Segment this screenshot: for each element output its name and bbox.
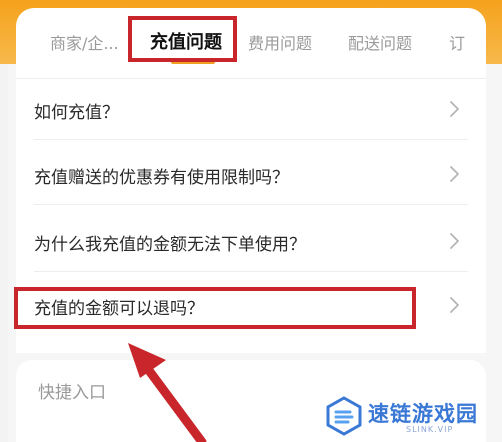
- faq-item-coupon-limit[interactable]: 充值赠送的优惠券有使用限制吗？: [16, 145, 486, 205]
- faq-card: 商家/企... 充值问题 费用问题 配送问题 订 如何充值？ 充值赠送的优惠券有…: [16, 8, 486, 353]
- chevron-right-icon: [450, 166, 459, 182]
- tab-recharge[interactable]: 充值问题: [150, 28, 222, 54]
- quick-entry-title: 快捷入口: [38, 383, 106, 403]
- row-divider: [34, 204, 468, 205]
- faq-item-how-to-recharge[interactable]: 如何充值？: [16, 80, 486, 140]
- chevron-right-icon: [450, 233, 459, 249]
- watermark-title: 速链游戏园: [368, 402, 478, 426]
- row-divider: [34, 271, 468, 272]
- category-tabs: 商家/企... 充值问题 费用问题 配送问题 订: [16, 8, 486, 70]
- row-divider: [34, 139, 468, 140]
- tab-fees[interactable]: 费用问题: [248, 30, 312, 54]
- page-edge: [0, 64, 8, 442]
- faq-item-label: 充值赠送的优惠券有使用限制吗？: [34, 168, 289, 188]
- watermark: 速链游戏园 SLINK.VIP: [324, 394, 494, 440]
- tab-order[interactable]: 订: [449, 30, 465, 54]
- tab-merchant[interactable]: 商家/企...: [50, 30, 119, 54]
- watermark-logo-icon: [326, 396, 362, 436]
- faq-item-label: 为什么我充值的金额无法下单使用？: [34, 235, 306, 255]
- active-tab-indicator: [171, 60, 215, 64]
- faq-item-label: 充值的金额可以退吗？: [34, 299, 204, 319]
- chevron-right-icon: [450, 101, 459, 117]
- faq-item-label: 如何充值？: [34, 103, 119, 123]
- faq-item-refund[interactable]: 充值的金额可以退吗？: [16, 276, 486, 336]
- chevron-right-icon: [450, 297, 459, 313]
- watermark-subtitle: SLINK.VIP: [406, 425, 454, 434]
- tab-delivery[interactable]: 配送问题: [348, 30, 412, 54]
- tabs-divider: [16, 78, 486, 79]
- faq-item-cannot-order[interactable]: 为什么我充值的金额无法下单使用？: [16, 212, 486, 272]
